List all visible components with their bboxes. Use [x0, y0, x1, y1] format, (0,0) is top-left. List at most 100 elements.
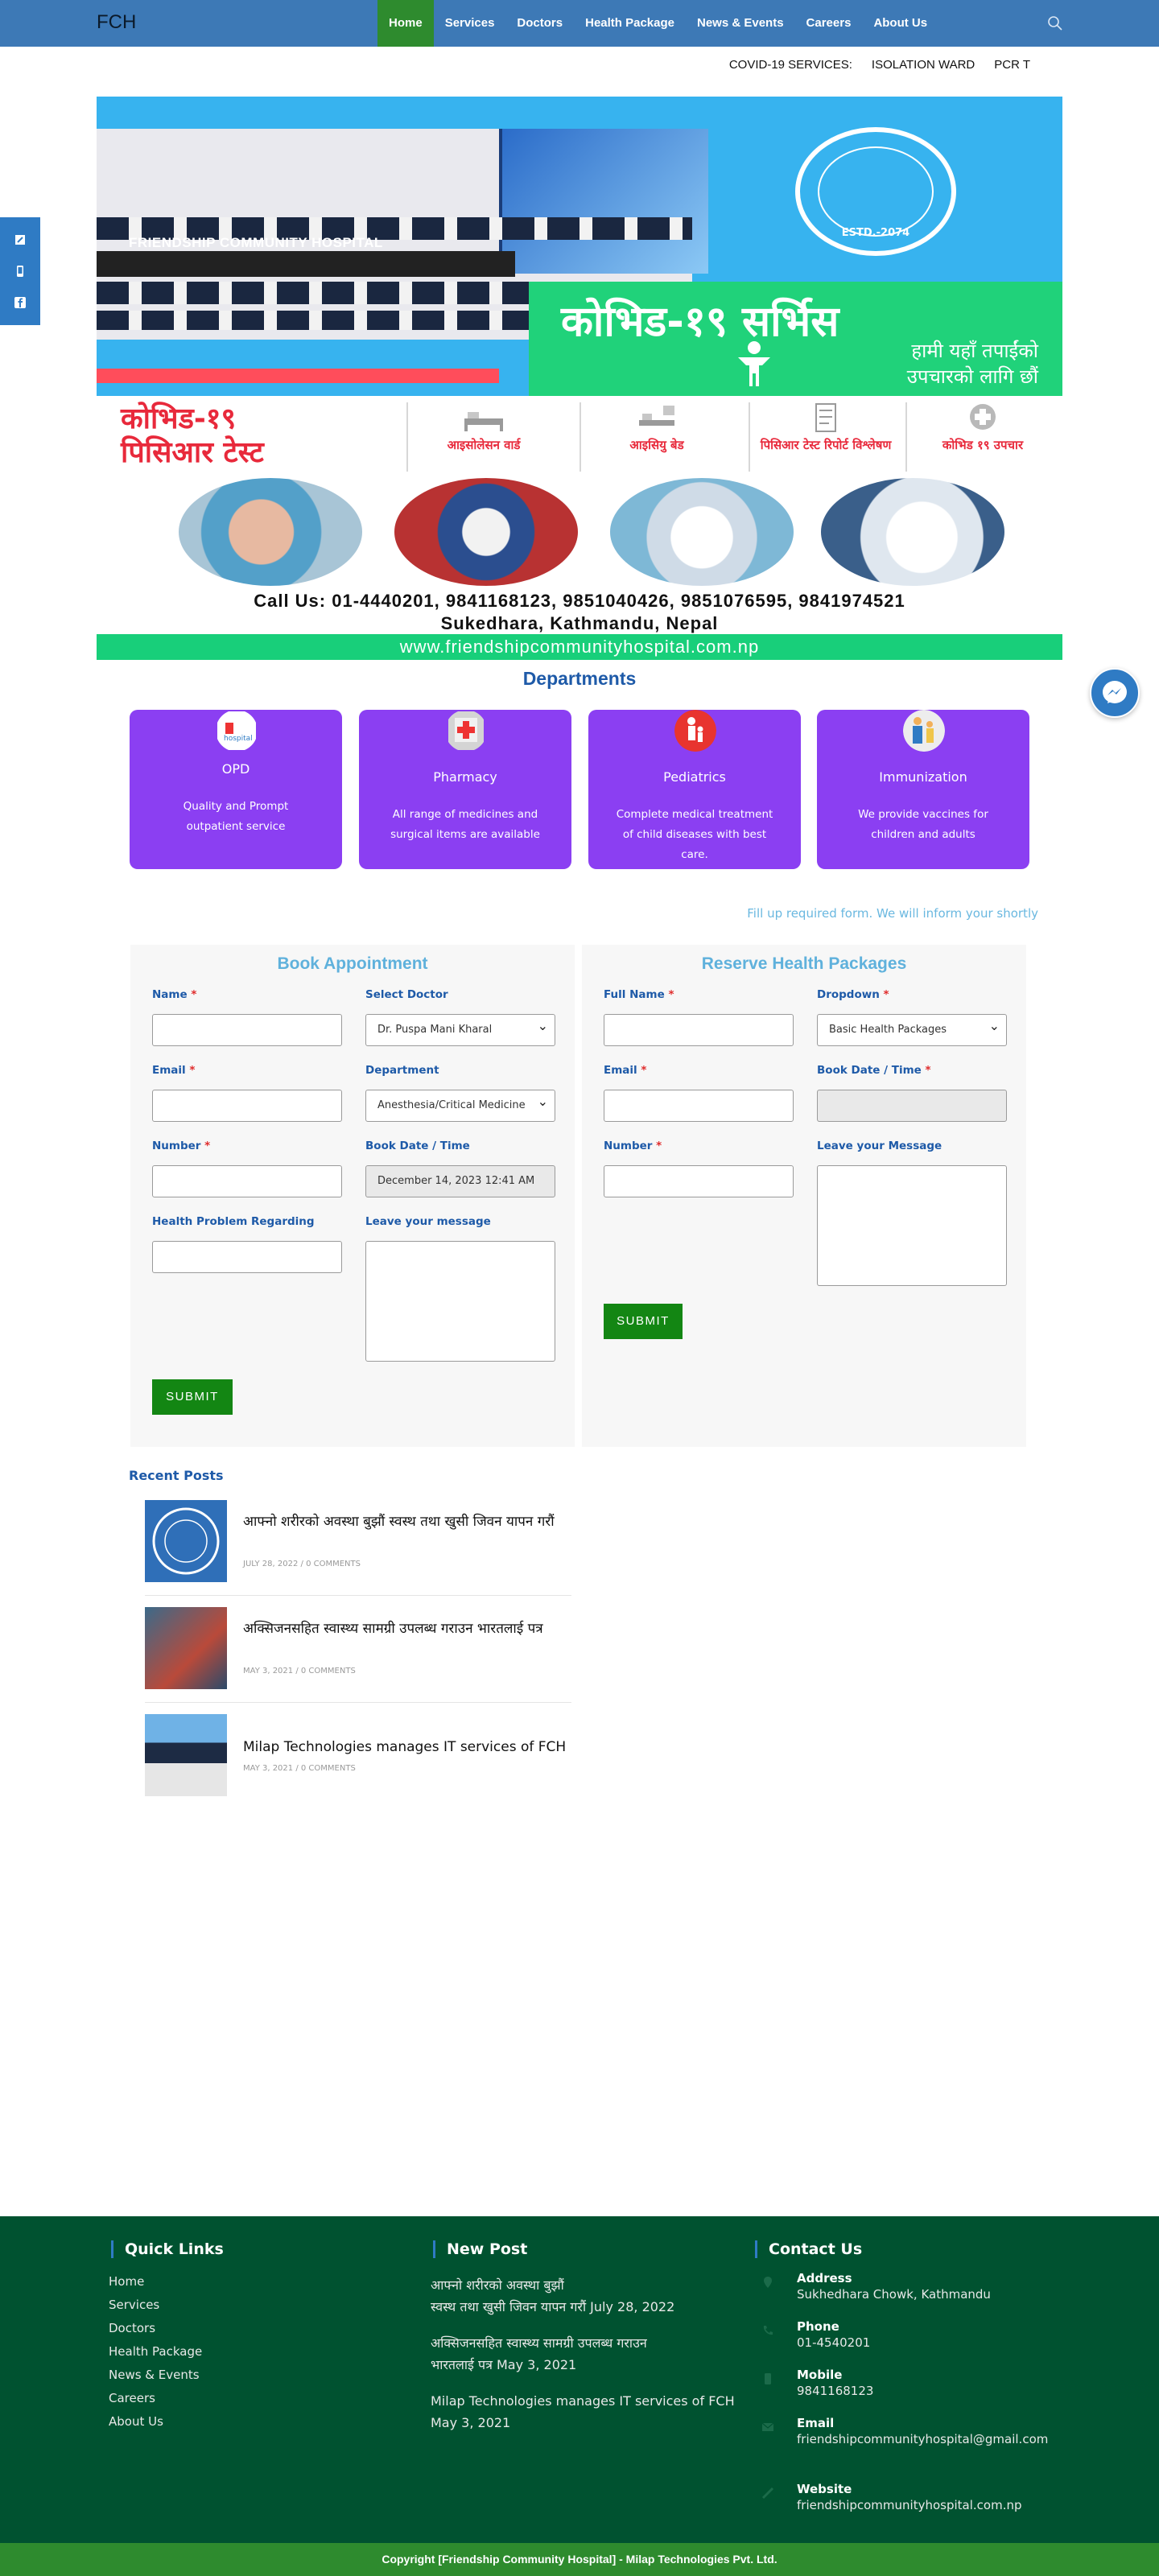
dropdown-label: Dropdown * — [817, 988, 889, 1001]
seal-estd-text: ESTD.-2074 — [841, 227, 910, 239]
nav-about-us[interactable]: About Us — [862, 0, 938, 47]
post-item[interactable]: आफ्नो शरीरको अवस्था बुझौं स्वस्थ तथा खुस… — [145, 1500, 571, 1596]
doctor-select[interactable]: Dr. Puspa Mani Kharal — [365, 1014, 555, 1046]
footer-link-doctors[interactable]: Doctors — [109, 2321, 155, 2335]
footer-link-news-events[interactable]: News & Events — [109, 2368, 200, 2382]
person-icon — [738, 341, 770, 386]
dept-name: Pharmacy — [433, 769, 497, 785]
contact-us-title: Contact Us — [755, 2240, 862, 2258]
post-thumbnail[interactable] — [145, 1500, 227, 1582]
footer-post[interactable]: Milap Technologies manages IT services o… — [431, 2390, 736, 2434]
hospital-seal-logo: ESTD.-2074 — [795, 127, 956, 256]
footer-link-health-package[interactable]: Health Package — [109, 2344, 202, 2359]
covid-links: COVID-19 SERVICES: ISOLATION WARD PCR T — [729, 58, 1030, 72]
footer-link-about-us[interactable]: About Us — [109, 2414, 163, 2429]
health-problem-label: Health Problem Regarding — [152, 1215, 315, 1228]
appointment-submit-button[interactable]: SUBMIT — [152, 1379, 233, 1415]
dept-name: Immunization — [879, 769, 967, 785]
dept-card-immunization[interactable]: Immunization We provide vaccines for chi… — [817, 710, 1029, 869]
search-icon[interactable] — [1046, 14, 1064, 32]
nav-news-events[interactable]: News & Events — [686, 0, 795, 47]
footer-post[interactable]: आफ्नो शरीरको अवस्था बुझौं स्वस्थ तथा खुस… — [431, 2274, 736, 2318]
department-select[interactable]: Anesthesia/Critical Medicine — [365, 1090, 555, 1122]
health-problem-input[interactable] — [152, 1241, 342, 1273]
nav-services[interactable]: Services — [434, 0, 506, 47]
brand-logo[interactable]: FCH — [97, 11, 136, 34]
call-us-text: Call Us: 01-4440201, 9841168123, 9851040… — [254, 591, 905, 611]
opd-icon: hospital — [217, 711, 256, 750]
contact-address-label: Address — [797, 2271, 852, 2285]
nav-health-package[interactable]: Health Package — [574, 0, 686, 47]
post-divider — [145, 1595, 571, 1596]
svg-text:hospital: hospital — [224, 735, 253, 743]
square-icon[interactable] — [14, 234, 26, 245]
nav-home[interactable]: Home — [377, 0, 434, 47]
post-title[interactable]: Milap Technologies manages IT services o… — [243, 1737, 597, 1758]
medical-cross-icon — [970, 404, 996, 430]
footer-link-home[interactable]: Home — [109, 2274, 144, 2289]
post-title[interactable]: अक्सिजनसहित स्वास्थ्य सामग्री उपलब्ध गरा… — [243, 1618, 581, 1639]
department-label: Department — [365, 1064, 439, 1077]
footer-post-line1: आफ्नो शरीरको अवस्था बुझौं — [431, 2277, 564, 2293]
banner-red-bar — [97, 369, 499, 383]
number-input[interactable] — [152, 1165, 342, 1197]
book-date-label: Book Date / Time — [365, 1140, 470, 1152]
contact-mobile-value[interactable]: 9841168123 — [797, 2384, 1054, 2399]
footer-link-services[interactable]: Services — [109, 2298, 159, 2312]
pcr-test-link[interactable]: PCR T — [994, 58, 1030, 72]
banner-subtitle: हामी यहाँ तपाईंको उपचारको लागि छौं — [907, 338, 1038, 389]
facebook-icon[interactable] — [14, 297, 26, 309]
post-thumbnail[interactable] — [145, 1714, 227, 1796]
post-title[interactable]: आफ्नो शरीरको अवस्था बुझौं स्वस्थ तथा खुस… — [243, 1511, 581, 1532]
contact-website-value[interactable]: friendshipcommunityhospital.com.np — [797, 2498, 1054, 2513]
contact-email-label: Email — [797, 2416, 835, 2430]
mobile-icon[interactable] — [14, 265, 26, 277]
contact-phone-label: Phone — [797, 2319, 839, 2334]
select-doctor-label: Select Doctor — [365, 988, 448, 1001]
lab-machine-photo — [610, 478, 794, 586]
covid-service-banner: FRIENDSHIP COMMUNITY HOSPITAL ESTD.-2074… — [97, 97, 1062, 396]
contact-email-value[interactable]: friendshipcommunityhospital@gmail.com — [797, 2432, 1054, 2447]
dept-card-opd[interactable]: hospital OPD Quality and Prompt outpatie… — [130, 710, 342, 869]
building-glass-facade — [499, 129, 708, 274]
pcr-column-icu: आइसियु बेड — [580, 402, 732, 472]
message-textarea[interactable] — [817, 1165, 1007, 1286]
main-nav: Home Services Doctors Health Package New… — [377, 0, 938, 47]
dept-card-pediatrics[interactable]: Pediatrics Complete medical treatment of… — [588, 710, 801, 869]
post-meta: MAY 3, 2021 / 0 COMMENTS — [243, 1667, 356, 1675]
email-input[interactable] — [604, 1090, 794, 1122]
nav-careers[interactable]: Careers — [795, 0, 863, 47]
website-strip[interactable]: www.friendshipcommunityhospital.com.np — [97, 634, 1062, 660]
name-input[interactable] — [152, 1014, 342, 1046]
post-item[interactable]: Milap Technologies manages IT services o… — [145, 1714, 571, 1798]
post-meta: JULY 28, 2022 / 0 COMMENTS — [243, 1560, 361, 1568]
message-label: Leave your Message — [817, 1140, 942, 1152]
footer-post[interactable]: अक्सिजनसहित स्वास्थ्य सामग्री उपलब्ध गरा… — [431, 2332, 736, 2376]
pcr-strip-title: कोभिड-१९ पिसिआर टेस्ट — [121, 402, 264, 470]
dept-desc: We provide vaccines for children and adu… — [858, 808, 988, 841]
isolation-ward-link[interactable]: ISOLATION WARD — [872, 58, 975, 72]
dept-name: OPD — [221, 761, 250, 777]
covid-services-label: COVID-19 SERVICES: — [728, 58, 852, 72]
book-date-input[interactable] — [817, 1090, 1007, 1122]
footer-link-careers[interactable]: Careers — [109, 2391, 155, 2405]
post-item[interactable]: अक्सिजनसहित स्वास्थ्य सामग्री उपलब्ध गरा… — [145, 1607, 571, 1703]
message-label: Leave your message — [365, 1215, 491, 1228]
address-text: Sukedhara, Kathmandu, Nepal — [440, 613, 719, 633]
book-date-label: Book Date / Time * — [817, 1064, 931, 1077]
book-date-input[interactable]: December 14, 2023 12:41 AM — [365, 1165, 555, 1197]
reserve-submit-button[interactable]: SUBMIT — [604, 1304, 683, 1339]
dept-card-pharmacy[interactable]: Pharmacy All range of medicines and surg… — [359, 710, 571, 869]
number-label: Number * — [152, 1140, 211, 1152]
contact-phone-value[interactable]: 01-4540201 — [797, 2335, 1054, 2351]
location-icon — [764, 2277, 772, 2288]
package-select[interactable]: Basic Health Packages — [817, 1014, 1007, 1046]
nav-doctors[interactable]: Doctors — [505, 0, 574, 47]
number-input[interactable] — [604, 1165, 794, 1197]
post-thumbnail[interactable] — [145, 1607, 227, 1689]
email-input[interactable] — [152, 1090, 342, 1122]
message-textarea[interactable] — [365, 1241, 555, 1362]
full-name-label: Full Name * — [604, 988, 674, 1001]
full-name-input[interactable] — [604, 1014, 794, 1046]
icu-bed-icon — [639, 406, 674, 426]
